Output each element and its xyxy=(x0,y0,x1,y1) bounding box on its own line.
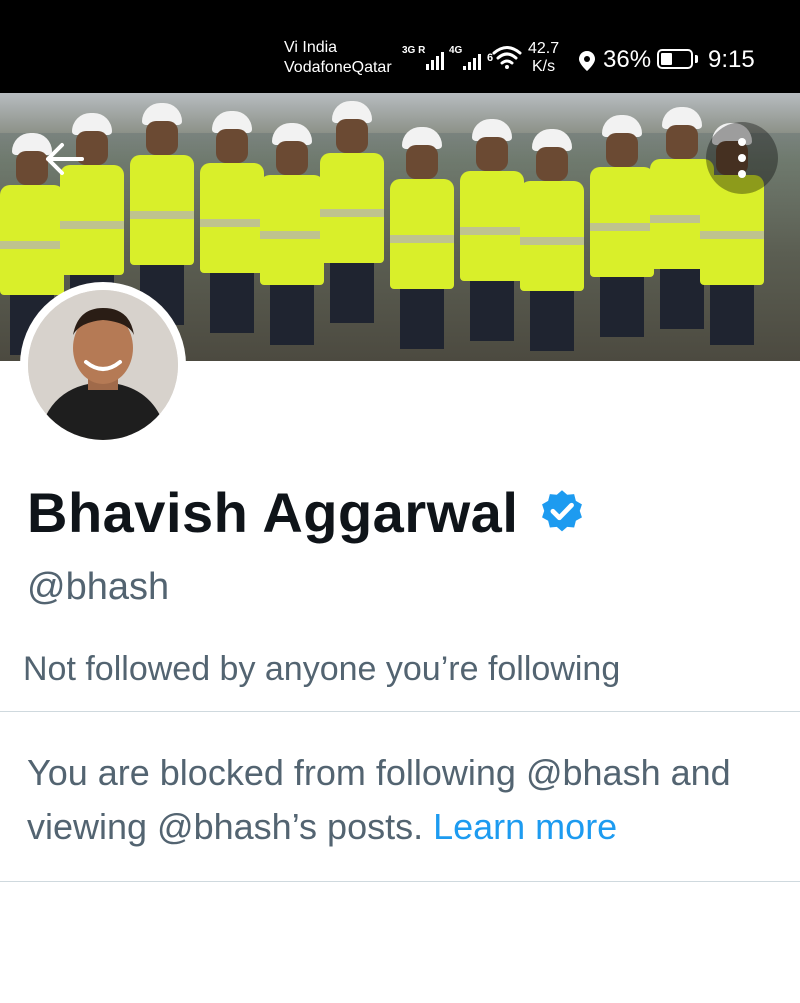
network-speed: 42.7 K/s xyxy=(528,40,560,75)
banner-worker xyxy=(200,111,264,333)
profile-name: Bhavish Aggarwal xyxy=(27,481,519,544)
signal-icon-2: 4G xyxy=(449,45,482,70)
learn-more-link[interactable]: Learn more xyxy=(433,806,617,847)
blocked-notice: You are blocked from following @bhash an… xyxy=(27,746,787,854)
banner-worker xyxy=(520,129,584,351)
more-vertical-icon xyxy=(738,138,746,178)
banner-worker xyxy=(320,101,384,323)
banner-worker xyxy=(460,119,524,341)
banner-worker xyxy=(590,115,654,337)
battery-percent: 36% xyxy=(603,46,652,73)
carrier-labels: Vi India VodafoneQatar xyxy=(284,38,392,78)
more-options-button[interactable] xyxy=(706,122,778,194)
profile-name-row: Bhavish Aggarwal xyxy=(27,480,588,545)
banner-worker xyxy=(390,127,454,349)
back-button[interactable] xyxy=(40,135,88,183)
signal-icon: 3G R xyxy=(402,45,445,70)
location-icon xyxy=(579,51,595,71)
battery-icon xyxy=(657,49,693,69)
carrier-1: Vi India xyxy=(284,39,338,56)
followers-you-know: Not followed by anyone you’re following xyxy=(23,650,621,688)
divider-bottom xyxy=(0,881,800,882)
avatar[interactable] xyxy=(20,282,186,448)
avatar-photo xyxy=(28,290,178,440)
blocked-text: You are blocked from following @bhash an… xyxy=(27,752,731,847)
carrier-2: VodafoneQatar xyxy=(284,59,392,76)
status-bar: Vi India VodafoneQatar 3G R 4G 6 42.7 K/… xyxy=(0,0,800,93)
wifi-icon xyxy=(492,46,522,69)
arrow-left-icon xyxy=(46,143,84,175)
divider xyxy=(0,711,800,712)
clock: 9:15 xyxy=(708,46,755,73)
banner-worker xyxy=(260,123,324,345)
verified-badge-icon[interactable] xyxy=(536,487,588,539)
profile-handle: @bhash xyxy=(27,566,170,608)
